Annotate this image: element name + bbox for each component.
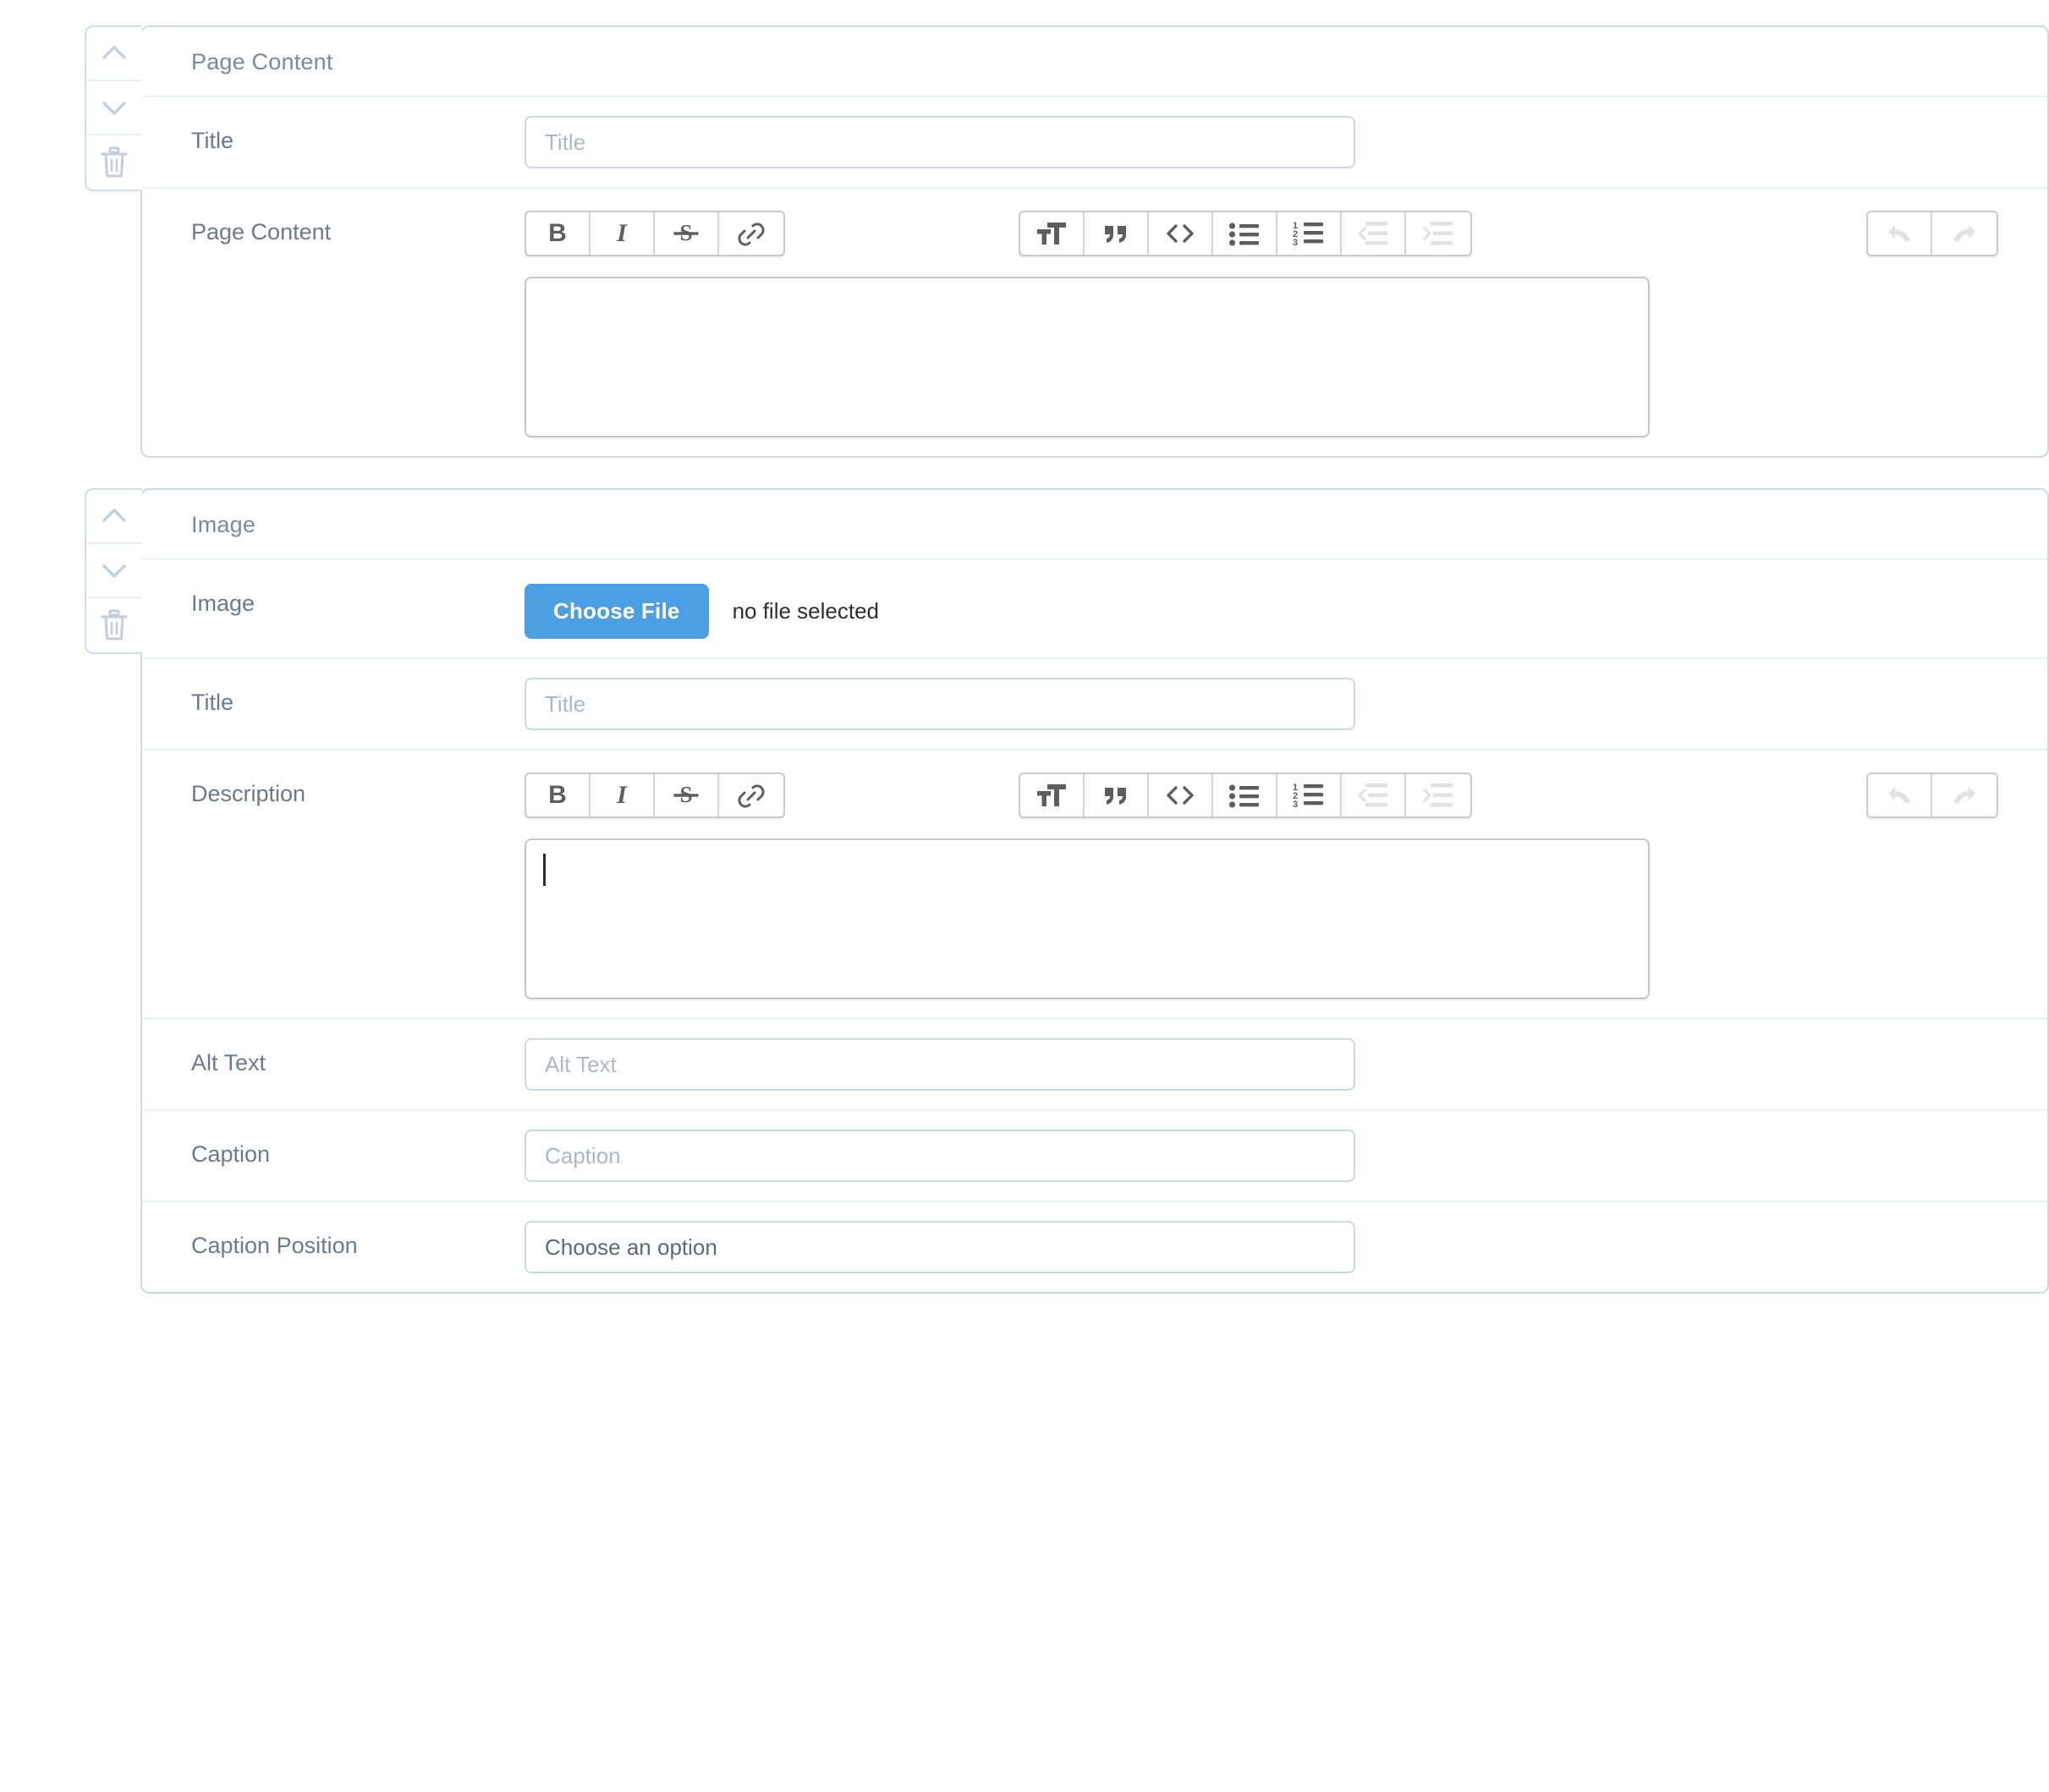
block-header: Image: [142, 490, 2047, 560]
block-control-rail: [85, 25, 142, 191]
title-input[interactable]: [525, 678, 1355, 730]
field-control: BIS 123: [525, 189, 2047, 456]
toolbar-group-formatting: BIS: [525, 211, 785, 256]
chevron-up-icon: [99, 505, 129, 527]
form-row: Title: [142, 659, 2047, 750]
field-label: Image: [191, 591, 255, 616]
strikethrough-icon[interactable]: S: [655, 774, 719, 816]
field-control: BIS 123: [525, 750, 2047, 1018]
block-card: Page Content Title Page Content BIS 123: [140, 25, 2049, 458]
field-control: Choose File no file selected: [525, 560, 2047, 657]
move-block-up-button[interactable]: [86, 490, 142, 544]
blockquote-icon[interactable]: [1085, 212, 1149, 255]
toolbar-group-formatting: BIS: [525, 772, 785, 818]
delete-block-button[interactable]: [86, 598, 142, 652]
form-row: Caption: [142, 1111, 2047, 1202]
form-row: Image Choose File no file selected: [142, 560, 2047, 659]
code-icon[interactable]: [1149, 212, 1213, 255]
numbered-list-icon[interactable]: 123: [1277, 212, 1342, 255]
bulleted-list-icon[interactable]: [1213, 774, 1277, 816]
strikethrough-icon[interactable]: S: [655, 212, 719, 255]
heading-icon[interactable]: [1020, 212, 1085, 255]
alt-text-input[interactable]: [525, 1038, 1355, 1091]
rich-text-toolbar: BIS 123: [525, 211, 1998, 256]
bold-button[interactable]: B: [526, 774, 591, 816]
chevron-down-icon: [99, 96, 129, 118]
outdent-icon[interactable]: [1342, 774, 1406, 816]
block-editor-page: Page ContentTitlePage ContentBIS123Image…: [0, 0, 2049, 1792]
chevron-down-icon: [99, 559, 129, 581]
block-control-rail: [85, 488, 142, 654]
caption-input[interactable]: [525, 1130, 1355, 1182]
italic-button[interactable]: I: [591, 212, 655, 255]
numbered-list-icon[interactable]: 123: [1277, 774, 1342, 816]
svg-text:3: 3: [1293, 238, 1298, 248]
link-icon[interactable]: [719, 774, 783, 816]
trash-icon: [100, 609, 129, 641]
editor-block: Page Content Title Page Content BIS 123: [85, 25, 2049, 458]
field-label: Title: [191, 690, 234, 715]
italic-button[interactable]: I: [591, 774, 655, 816]
undo-icon[interactable]: [1868, 774, 1932, 816]
rich-text-content-area[interactable]: [525, 838, 1650, 999]
title-input[interactable]: [525, 116, 1355, 168]
bold-button[interactable]: B: [526, 212, 591, 255]
rich-text-toolbar: BIS 123: [525, 772, 1998, 818]
form-row: Description BIS 123: [142, 750, 2047, 1020]
bulleted-list-icon[interactable]: [1213, 212, 1277, 255]
svg-text:3: 3: [1293, 800, 1298, 810]
file-status-text: no file selected: [732, 598, 880, 624]
text-caret: [543, 854, 546, 886]
redo-icon[interactable]: [1932, 212, 1997, 255]
link-icon[interactable]: [719, 212, 783, 255]
form-row: Caption Position Choose an option: [142, 1202, 2047, 1292]
block-title: Image: [191, 512, 256, 537]
field-label: Caption: [191, 1141, 271, 1167]
indent-icon[interactable]: [1406, 212, 1470, 255]
rich-text-editor: BIS 123: [525, 207, 1998, 437]
outdent-icon[interactable]: [1342, 212, 1406, 255]
chevron-up-icon: [99, 42, 129, 64]
field-label: Alt Text: [191, 1050, 266, 1075]
field-control: Choose an option: [525, 1202, 2047, 1292]
field-control: [525, 1111, 2047, 1201]
block-card: Image Image Choose File no file selected Tit…: [140, 488, 2049, 1294]
field-control: [525, 97, 2047, 187]
delete-block-button[interactable]: [86, 135, 142, 190]
rich-text-content-area[interactable]: [525, 277, 1650, 437]
trash-icon: [100, 146, 129, 179]
caption-position-select[interactable]: Choose an option: [525, 1221, 1355, 1273]
blockquote-icon[interactable]: [1085, 774, 1149, 816]
rich-text-editor: BIS 123: [525, 769, 1998, 999]
file-chooser: Choose File no file selected: [525, 579, 1998, 639]
form-row: Title: [142, 97, 2047, 189]
field-control: [525, 1020, 2047, 1109]
field-label: Title: [191, 128, 234, 153]
redo-icon[interactable]: [1932, 774, 1997, 816]
form-row: Alt Text: [142, 1020, 2047, 1111]
undo-icon[interactable]: [1868, 212, 1932, 255]
field-control: [525, 659, 2047, 749]
code-icon[interactable]: [1149, 774, 1213, 816]
block-header: Page Content: [142, 27, 2047, 97]
field-label: Caption Position: [191, 1233, 358, 1258]
block-title: Page Content: [191, 49, 333, 74]
move-block-down-button[interactable]: [86, 544, 142, 598]
heading-icon[interactable]: [1020, 774, 1085, 816]
field-label: Description: [191, 781, 306, 806]
form-row: Page Content BIS 123: [142, 189, 2047, 456]
indent-icon[interactable]: [1406, 774, 1470, 816]
editor-block: Image Image Choose File no file selected Tit…: [85, 488, 2049, 1294]
choose-file-button[interactable]: Choose File: [525, 584, 709, 639]
move-block-up-button[interactable]: [86, 27, 142, 81]
toolbar-group-history: [1866, 772, 1998, 818]
field-label: Page Content: [191, 219, 332, 245]
move-block-down-button[interactable]: [86, 81, 142, 135]
toolbar-group-blocks: 123: [1019, 772, 1472, 818]
toolbar-group-history: [1866, 211, 1998, 256]
toolbar-group-blocks: 123: [1019, 211, 1472, 256]
